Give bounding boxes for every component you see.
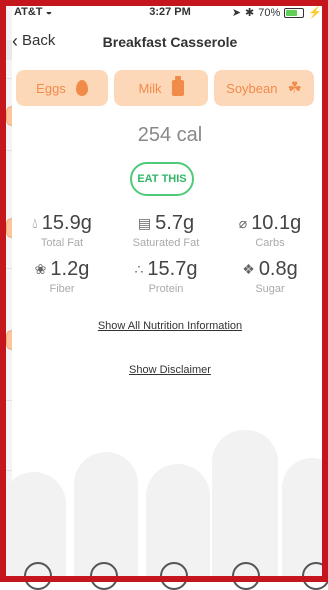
allergen-chip-eggs[interactable]: Eggs — [16, 70, 108, 106]
nutrient-value: 1.2g — [50, 258, 90, 280]
milk-carton-icon — [171, 76, 184, 96]
allergen-label: Milk — [138, 80, 162, 96]
allergen-label: Eggs — [36, 80, 66, 96]
volleyball-icon — [232, 562, 260, 590]
nutrient-value: 15.9g — [41, 212, 92, 234]
nutrient-value: 5.7g — [155, 212, 195, 234]
nutrient-label: Saturated Fat — [132, 237, 200, 249]
show-nutrition-link[interactable]: Show All Nutrition Information — [12, 320, 328, 332]
status-bar: AT&T ◒ 3:27 PM ➤ ✱ 70% ⚡ — [12, 4, 328, 22]
nutrient-value: 10.1g — [251, 212, 302, 234]
nutrient-total-fat: 💧︎ 15.9g Total Fat — [12, 212, 112, 249]
sugar-icon: ❖ — [242, 261, 255, 277]
bluetooth-icon: ✱ — [245, 7, 255, 19]
nutrient-label: Fiber — [49, 283, 75, 295]
nutrient-carbs: ⌀ 10.1g Carbs — [220, 212, 320, 249]
calorie-count: 254 cal — [137, 124, 203, 146]
soccer-ball-icon — [24, 562, 52, 590]
nutrient-fiber: ❀ 1.2g Fiber — [12, 258, 112, 295]
nutrient-protein: ∴ 15.7g Protein — [116, 258, 216, 295]
food-detail-screen: AT&T ◒ 3:27 PM ➤ ✱ 70% ⚡ ‹ Back Breakfas… — [2, 0, 328, 590]
nutrient-label: Total Fat — [40, 237, 84, 249]
bicycle-icon — [302, 562, 328, 590]
status-right: ➤ ✱ 70% ⚡ — [231, 6, 322, 20]
activity-illustration — [2, 422, 328, 590]
navigation-bar: ‹ Back Breakfast Casserole — [12, 26, 328, 60]
battery-icon — [284, 7, 305, 18]
nutrient-sugar: ❖ 0.8g Sugar — [220, 258, 320, 295]
left-panel-row — [0, 40, 12, 60]
left-panel-divider — [0, 150, 12, 151]
wheat-icon: ❀ — [34, 261, 47, 277]
fat-drop-icon: 💧︎ — [32, 215, 38, 231]
location-arrow-icon: ➤ — [231, 7, 242, 19]
allergen-label: Soybean — [226, 80, 278, 96]
butter-icon: ▤ — [137, 215, 152, 231]
soybean-icon: ☘ — [287, 80, 302, 97]
allergen-chip-milk[interactable]: Milk — [114, 70, 208, 106]
nutrient-value: 15.7g — [147, 258, 198, 280]
charging-icon: ⚡ — [308, 7, 322, 19]
egg-icon — [75, 80, 88, 96]
nutrient-label: Carbs — [255, 237, 285, 249]
sport-icons — [12, 560, 328, 590]
nutrient-label: Sugar — [255, 283, 285, 295]
page-title: Breakfast Casserole — [102, 34, 238, 50]
protein-icon: ∴ — [134, 261, 144, 277]
allergen-chip-soybean[interactable]: Soybean ☘ — [214, 70, 314, 106]
left-panel-divider — [0, 470, 12, 471]
battery-percent: 70% — [258, 6, 281, 19]
eat-this-button[interactable]: EAT THIS — [130, 162, 194, 196]
basketball-icon — [160, 562, 188, 590]
allergen-chips: Eggs Milk Soybean ☘ — [16, 70, 328, 106]
nutrient-saturated-fat: ▤ 5.7g Saturated Fat — [116, 212, 216, 249]
left-panel-divider — [0, 78, 12, 79]
left-panel-divider — [0, 400, 12, 401]
nutrient-value: 0.8g — [258, 258, 298, 280]
show-disclaimer-link[interactable]: Show Disclaimer — [12, 364, 328, 376]
left-panel-divider — [0, 268, 12, 269]
tennis-ball-icon — [90, 562, 118, 590]
bread-icon: ⌀ — [238, 215, 248, 231]
nutrient-label: Protein — [148, 283, 184, 295]
